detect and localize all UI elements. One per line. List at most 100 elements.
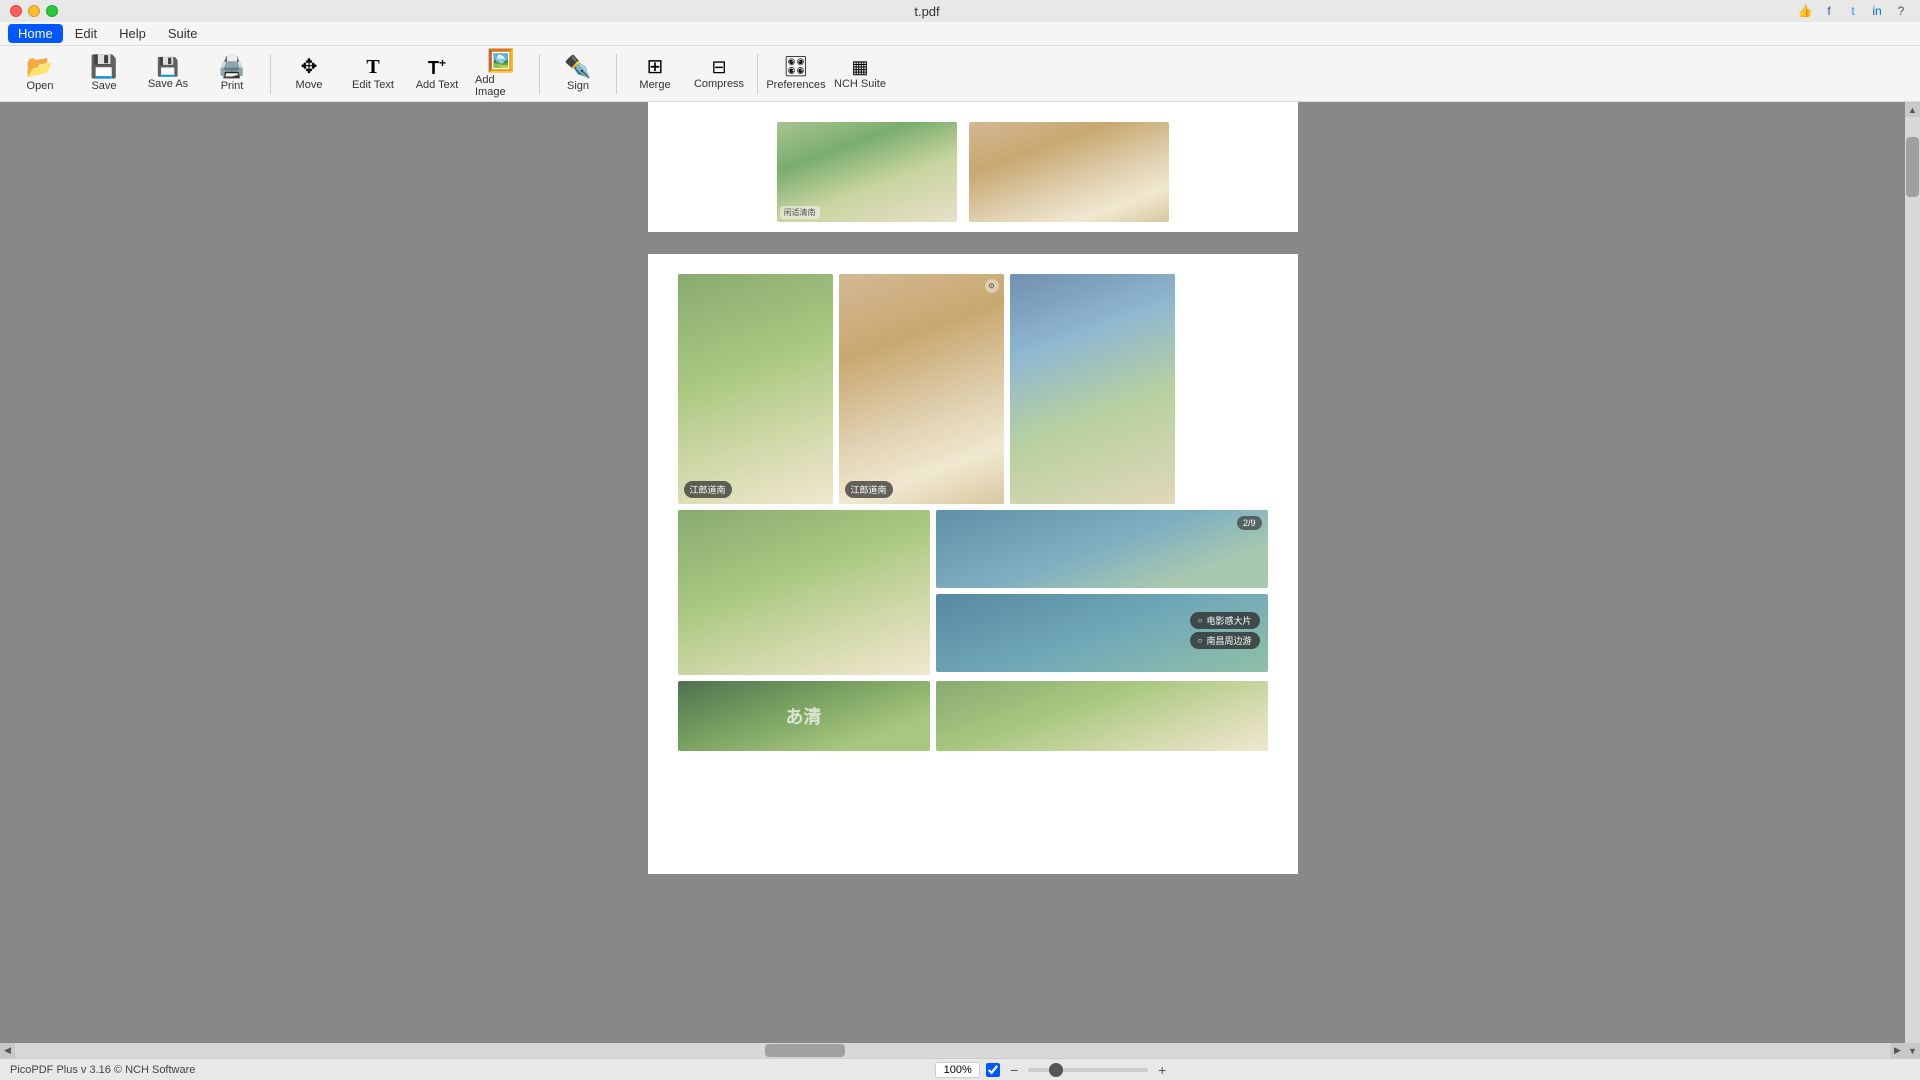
status-bar: PicoPDF Plus v 3.16 © NCH Software − + — [0, 1058, 1920, 1080]
save-as-icon: 💾 — [157, 58, 179, 76]
maximize-button[interactable] — [46, 5, 58, 17]
compress-button[interactable]: ⊟ Compress — [689, 49, 749, 99]
page1-images: 闲适清南 — [777, 122, 1169, 222]
menu-suite[interactable]: Suite — [158, 24, 208, 43]
zoom-slider[interactable] — [1028, 1068, 1148, 1072]
pdf-page-1-partial: 闲适清南 — [648, 102, 1298, 232]
save-as-label: Save As — [148, 78, 188, 90]
couple-goats-photo: 江郎道南 — [678, 274, 833, 504]
save-label: Save — [91, 80, 116, 92]
merge-label: Merge — [639, 79, 670, 91]
h-scroll-track[interactable] — [15, 1043, 1890, 1058]
move-label: Move — [296, 79, 323, 91]
help-icon[interactable]: ? — [1892, 2, 1910, 20]
badge-sitting: 江郎道南 — [845, 481, 893, 498]
add-text-button[interactable]: T+ Add Text — [407, 49, 467, 99]
vertical-scrollbar[interactable]: ▲ ▼ — [1905, 102, 1920, 1058]
print-label: Print — [221, 80, 244, 92]
page-separator — [40, 232, 1905, 254]
share-icon[interactable]: 👍 — [1796, 2, 1814, 20]
photo-row-1: 江郎道南 ⊙ 江郎道南 — [678, 274, 1268, 504]
menu-bar: Home Edit Help Suite — [0, 22, 1920, 46]
zoom-controls: − + — [195, 1062, 1910, 1078]
linkedin-icon[interactable]: in — [1868, 2, 1886, 20]
separator-2 — [539, 54, 540, 94]
add-text-label: Add Text — [416, 79, 459, 91]
scroll-track[interactable] — [1905, 117, 1920, 1043]
zoom-checkbox[interactable] — [986, 1063, 1000, 1077]
nch-suite-icon: ▦ — [851, 58, 868, 76]
forest-photo: あ清 — [678, 681, 930, 751]
preferences-label: Preferences — [766, 79, 825, 91]
add-image-button[interactable]: 🖼️ Add Image — [471, 49, 531, 99]
edit-text-button[interactable]: T Edit Text — [343, 49, 403, 99]
move-icon: ✥ — [301, 57, 318, 77]
chat-bubble-1: 电影感大片 — [1190, 612, 1260, 629]
edit-text-label: Edit Text — [352, 79, 394, 91]
zoom-in-button[interactable]: + — [1154, 1062, 1170, 1078]
menu-home[interactable]: Home — [8, 24, 63, 43]
left-panel — [0, 102, 40, 1058]
move-button[interactable]: ✥ Move — [279, 49, 339, 99]
scroll-thumb[interactable] — [1906, 137, 1919, 197]
merge-button[interactable]: ⊞ Merge — [625, 49, 685, 99]
zoom-out-button[interactable]: − — [1006, 1062, 1022, 1078]
pdf-viewer[interactable]: MacV.com MacV.com 闲适清南 — [40, 102, 1905, 1058]
sign-label: Sign — [567, 80, 589, 92]
right-photo-column: 2/9 电影感大片 南昌周边游 — [936, 510, 1268, 675]
image-caption-1: 闲适清南 — [780, 206, 820, 219]
page2-content: 江郎道南 ⊙ 江郎道南 — [648, 254, 1298, 771]
separator-4 — [757, 54, 758, 94]
menu-help[interactable]: Help — [109, 24, 156, 43]
preferences-button[interactable]: 🎛 Preferences — [766, 49, 826, 99]
zoom-input[interactable] — [935, 1062, 980, 1078]
preferences-icon: 🎛 — [783, 57, 808, 77]
sign-button[interactable]: ✒️ Sign — [548, 49, 608, 99]
forest-text: あ清 — [786, 703, 822, 729]
minimize-button[interactable] — [28, 5, 40, 17]
separator-3 — [616, 54, 617, 94]
photo-icon: ⊙ — [985, 279, 999, 293]
window-title: t.pdf — [58, 4, 1796, 19]
facebook-icon[interactable]: f — [1820, 2, 1838, 20]
menu-edit[interactable]: Edit — [65, 24, 107, 43]
merge-icon: ⊞ — [647, 57, 664, 77]
h-scroll-thumb[interactable] — [765, 1044, 845, 1057]
compress-icon: ⊟ — [711, 58, 726, 76]
page-num-badge: 2/9 — [1237, 516, 1262, 530]
toolbar: 📂 Open 💾 Save 💾 Save As 🖨️ Print ✥ Move … — [0, 46, 1920, 102]
software-info: PicoPDF Plus v 3.16 © NCH Software — [10, 1064, 195, 1076]
print-button[interactable]: 🖨️ Print — [202, 49, 262, 99]
add-text-icon: T+ — [428, 57, 446, 77]
chat-bubble-2: 南昌周边游 — [1190, 632, 1260, 649]
open-icon: 📂 — [26, 56, 53, 78]
scroll-left-button[interactable]: ◀ — [0, 1043, 15, 1058]
nch-suite-button[interactable]: ▦ NCH Suite — [830, 49, 890, 99]
couple-flowers-photo — [1010, 274, 1175, 504]
edit-text-icon: T — [366, 57, 379, 77]
separator-1 — [270, 54, 271, 94]
badge-goats-1: 江郎道南 — [684, 481, 732, 498]
couple-sitting-photo: ⊙ 江郎道南 — [839, 274, 1004, 504]
twitter-icon[interactable]: t — [1844, 2, 1862, 20]
save-button[interactable]: 💾 Save — [74, 49, 134, 99]
scroll-right-button[interactable]: ▶ — [1890, 1043, 1905, 1058]
animals-water-photo: 电影感大片 南昌周边游 — [936, 594, 1268, 672]
open-button[interactable]: 📂 Open — [10, 49, 70, 99]
close-button[interactable] — [10, 5, 22, 17]
scroll-up-button[interactable]: ▲ — [1905, 102, 1920, 117]
title-bar-icons: 👍 f t in ? — [1796, 2, 1910, 20]
open-label: Open — [27, 80, 54, 92]
main-area: MacV.com MacV.com 闲适清南 — [0, 102, 1920, 1058]
pages-container: 闲适清南 江郎道南 — [40, 102, 1905, 1058]
scroll-down-button[interactable]: ▼ — [1905, 1043, 1920, 1058]
title-bar: t.pdf 👍 f t in ? — [0, 0, 1920, 22]
nch-suite-label: NCH Suite — [834, 78, 886, 90]
couple-animals-photo — [678, 510, 930, 675]
horizontal-scrollbar[interactable]: ◀ ▶ — [0, 1043, 1905, 1058]
save-as-button[interactable]: 💾 Save As — [138, 49, 198, 99]
save-icon: 💾 — [90, 56, 117, 78]
pdf-page-2: 江郎道南 ⊙ 江郎道南 — [648, 254, 1298, 874]
page1-content: 闲适清南 — [648, 102, 1298, 232]
traffic-lights — [10, 5, 58, 17]
